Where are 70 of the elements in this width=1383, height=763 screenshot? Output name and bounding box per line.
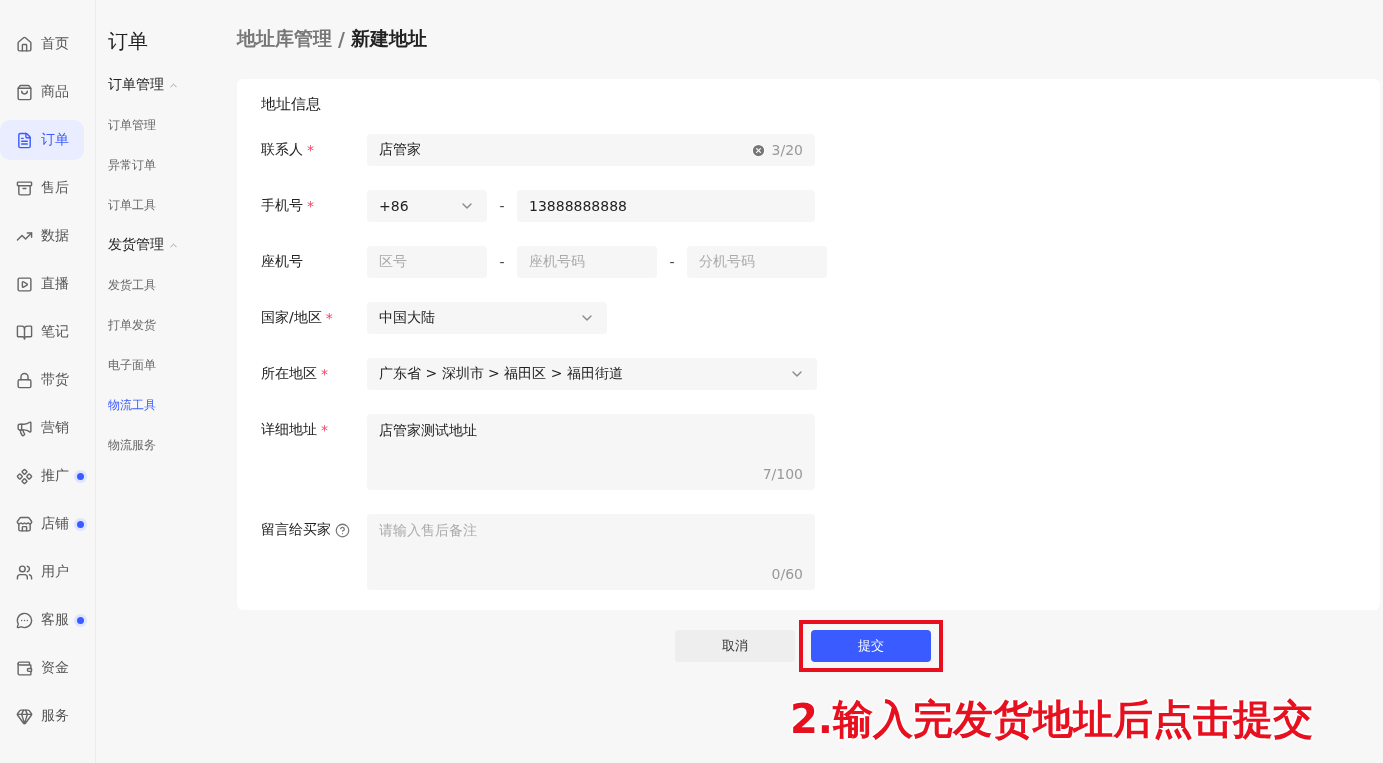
required-mark: * [321,366,328,382]
field-label-text: 座机号 [261,253,303,271]
gem-icon [16,707,33,725]
wallet-icon [16,659,33,677]
store-icon [16,515,33,533]
nav-item[interactable]: 首页 [0,24,84,64]
form-section-title: 地址信息 [261,95,322,114]
nav-item[interactable]: 笔记 [0,312,84,352]
menu-item[interactable]: 订单管理 [108,113,216,137]
menu-group[interactable]: 订单管理 [108,73,216,97]
nav-item[interactable]: 资金 [0,648,84,688]
menu-item[interactable]: 物流工具 [108,393,216,417]
document-icon [16,131,33,149]
menu-item[interactable]: 订单工具 [108,193,216,217]
breadcrumb-separator: / [338,28,345,50]
separator: - [668,253,676,272]
field-label-text: 国家/地区 [261,309,322,327]
separator: - [498,197,506,216]
megaphone-icon [16,419,33,437]
nav-item[interactable]: 订单 [0,120,84,160]
nav-item[interactable]: 数据 [0,216,84,256]
required-mark: * [321,422,328,438]
help-icon[interactable] [335,522,350,538]
menu-item[interactable]: 物流服务 [108,433,216,457]
menu-item[interactable]: 异常订单 [108,153,216,177]
menu-item[interactable]: 打单发货 [108,313,216,337]
book-icon [16,323,33,341]
section-title: 订单 [108,28,149,55]
field-label-text: 详细地址 [261,421,317,439]
submit-button[interactable]: 提交 [810,630,931,662]
textarea-field[interactable]: 店管家测试地址 7/100 [367,414,815,490]
breadcrumb-link[interactable]: 地址库管理 [237,26,332,52]
play-icon [16,275,33,293]
clear-icon[interactable] [750,142,766,158]
field-label-text: 所在地区 [261,365,317,383]
nav-item[interactable]: 售后 [0,168,84,208]
annotation-text: 2.输入完发货地址后点击提交 [790,695,1314,744]
nav-item[interactable]: 推广 [0,456,84,496]
page-title: 新建地址 [350,26,427,51]
menu-item[interactable]: 电子面单 [108,353,216,377]
nav-item[interactable]: 带货 [0,360,84,400]
phone-input[interactable]: 13888888888 [517,190,815,222]
users-icon [16,563,33,581]
field-label-text: 留言给买家 [261,521,331,539]
field-label-text: 联系人 [261,141,303,159]
nav-item[interactable]: 直播 [0,264,84,304]
chat-icon [16,611,33,629]
home-icon [16,35,33,53]
menu-item[interactable]: 发货工具 [108,273,216,297]
menu-group[interactable]: 发货管理 [108,233,216,257]
separator: - [498,253,506,272]
nav-item[interactable]: 营销 [0,408,84,448]
lock-icon [16,371,33,389]
box-icon [16,179,33,197]
required-mark: * [325,310,333,326]
nav-item[interactable]: 服务 [0,696,84,736]
required-mark: * [307,142,314,158]
country-code-select[interactable]: +86 [367,190,487,222]
nav-item[interactable]: 客服 [0,600,84,640]
circles-icon [16,467,33,485]
bag-icon [16,83,33,101]
nav-item[interactable]: 店铺 [0,504,84,544]
region-select[interactable]: 广东省 > 深圳市 > 福田区 > 福田街道 [367,358,817,390]
nav-item[interactable]: 商品 [0,72,84,112]
cancel-button[interactable]: 取消 [674,630,795,662]
country-select[interactable]: 中国大陆 [367,302,607,334]
required-mark: * [307,198,314,214]
text-input[interactable]: 店管家 3/20 [367,134,815,166]
field-label-text: 手机号 [261,197,303,215]
nav-item[interactable]: 用户 [0,552,84,592]
